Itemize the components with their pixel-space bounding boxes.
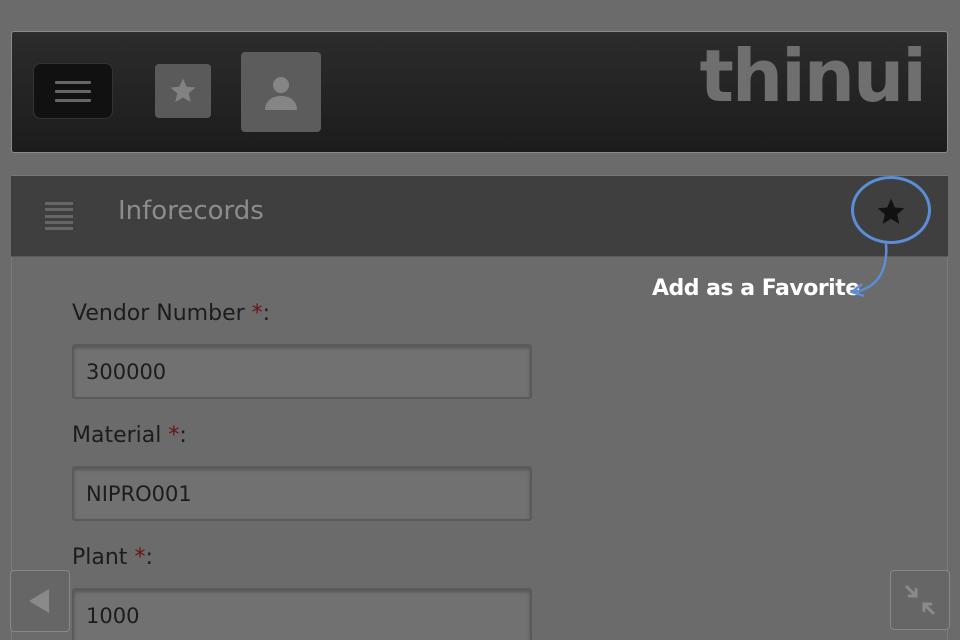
user-icon	[265, 77, 297, 110]
hint-arrow-icon	[849, 243, 888, 298]
plant-input[interactable]: 1000	[72, 588, 532, 640]
star-icon	[877, 198, 905, 224]
logo-text: thinui	[699, 34, 927, 118]
section-header: Inforecords	[11, 175, 948, 257]
hamburger-line	[55, 80, 91, 84]
hamburger-line	[55, 89, 91, 93]
hamburger-line	[55, 98, 91, 102]
label-suffix: :	[262, 301, 271, 326]
vendor-number-input[interactable]: 300000	[72, 344, 532, 399]
back-button[interactable]	[10, 570, 70, 632]
star-icon	[170, 78, 196, 103]
favorite-hint: Add as a Favorite	[652, 276, 860, 301]
label-text: Material	[72, 423, 162, 448]
page-title: Inforecords	[118, 196, 264, 226]
user-profile-button[interactable]	[241, 52, 321, 132]
vendor-number-label: Vendor Number *:	[72, 301, 270, 326]
label-text: Plant	[72, 545, 128, 570]
material-input[interactable]: NIPRO001	[72, 466, 532, 521]
favorites-button[interactable]	[155, 64, 211, 118]
list-icon[interactable]	[45, 202, 73, 230]
required-mark: *	[134, 545, 146, 570]
label-suffix: :	[179, 423, 187, 448]
plant-label: Plant *:	[72, 545, 153, 570]
triangle-left-icon	[29, 589, 49, 613]
thinui-logo: thinui	[699, 40, 927, 136]
collapse-button[interactable]	[890, 570, 950, 630]
main-menu-button[interactable]	[33, 63, 113, 119]
label-text: Vendor Number	[72, 301, 245, 326]
label-suffix: :	[145, 545, 153, 570]
app-header: thinui	[11, 31, 948, 153]
required-mark: *	[251, 301, 263, 326]
material-label: Material *:	[72, 423, 187, 448]
required-mark: *	[168, 423, 180, 448]
collapse-arrows-icon	[904, 584, 936, 616]
